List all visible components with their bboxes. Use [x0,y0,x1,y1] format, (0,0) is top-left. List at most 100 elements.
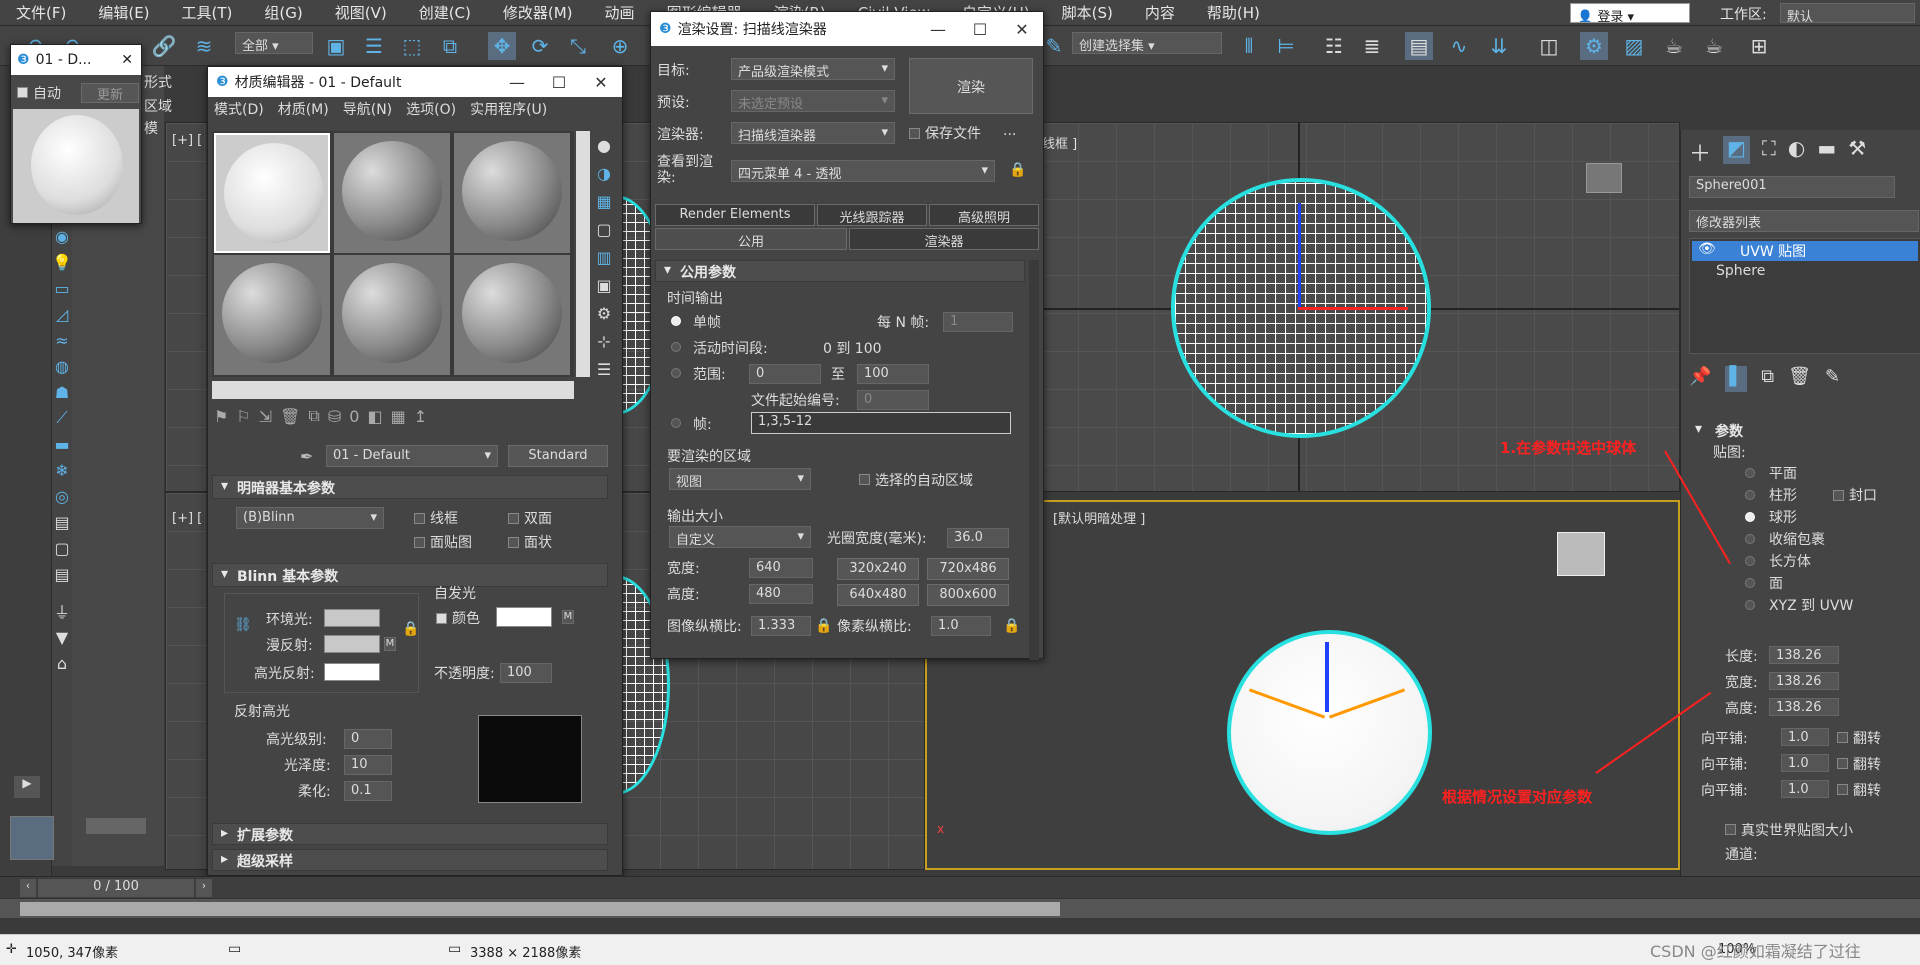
cap-checkbox[interactable] [1833,490,1844,501]
show-in-viewport-icon[interactable]: ◧ [367,407,382,426]
frames-radio[interactable] [671,418,681,428]
every-n-spinner[interactable]: 1 [943,312,1013,332]
put-to-library-icon[interactable]: ⛁ [328,407,341,426]
specular-swatch[interactable] [324,663,380,681]
u-tile-spinner[interactable]: 1.0 [1781,728,1829,746]
view-dropdown[interactable]: 四元菜单 4 - 透视 ▾ [731,160,995,182]
selection-filter-dropdown[interactable]: 全部 ▾ [235,32,313,54]
menu-tools[interactable]: 工具(T) [166,2,249,23]
material-name-dropdown[interactable]: 01 - Default ▾ [326,445,498,467]
active-segment-radio[interactable] [671,342,681,352]
link-icon[interactable]: 🔗 [150,32,178,60]
renderer-dropdown[interactable]: 扫描线渲染器 ▾ [731,122,895,144]
length-spinner[interactable]: 138.26 [1769,646,1839,664]
move-icon[interactable]: ✥ [488,32,516,60]
show-end-result-icon[interactable]: ▌ [1725,366,1748,392]
material-map-navigator-icon[interactable]: ☰ [594,359,614,379]
menu-edit[interactable]: 编辑(E) [82,2,165,23]
bind-spacewarp-icon[interactable]: ≋ [190,32,218,60]
uv-tiling-icon[interactable]: ▢ [594,219,614,239]
render-cloud-icon[interactable]: ⊞ [1745,32,1773,60]
two-sided-checkbox[interactable] [508,513,519,524]
tab-renderer[interactable]: 渲染器 [849,228,1039,250]
viewport-layout-button[interactable] [10,816,54,860]
ambient-swatch[interactable] [324,609,380,627]
target-dropdown[interactable]: 产品级渲染模式 ▾ [731,58,895,80]
tool-icon-12[interactable]: ▢ [52,538,72,558]
time-slider[interactable]: 0 / 100 [38,879,194,897]
menu-material[interactable]: 材质(M) [278,99,329,121]
tab-raytracer[interactable]: 光线跟踪器 [817,204,927,226]
lock-view-icon[interactable]: 🔒 [1009,162,1026,178]
select-by-name-icon[interactable]: ☰ [360,32,388,60]
track-bar-scroll[interactable] [20,902,1060,916]
align-icon[interactable]: ⊨ [1272,32,1300,60]
frames-input[interactable]: 1,3,5-12 [751,412,1011,434]
tab-advanced-lighting[interactable]: 高级照明 [929,204,1039,226]
video-color-icon[interactable]: ▥ [594,247,614,267]
real-world-checkbox[interactable] [1725,824,1736,835]
cylindrical-radio[interactable] [1745,490,1755,500]
menu-group[interactable]: 组(G) [248,2,318,23]
menu-modes[interactable]: 模式(D) [214,99,264,121]
save-file-checkbox[interactable] [909,128,920,139]
menu-create[interactable]: 创建(C) [403,2,487,23]
face-map-checkbox[interactable] [414,537,425,548]
render-setup-icon[interactable]: ⚙ [1580,32,1608,60]
rotate-icon[interactable]: ⟳ [526,32,554,60]
auto-region-checkbox[interactable] [859,474,870,485]
render-button[interactable]: 渲染 [909,58,1033,114]
tool-icon-6[interactable]: ◍ [52,356,72,376]
update-button[interactable]: 更新 [81,83,139,103]
w-tile-spinner[interactable]: 1.0 [1781,780,1829,798]
image-aspect-spinner[interactable]: 1.333 [751,616,811,636]
edit-named-sel-icon[interactable]: ✎ [1040,32,1068,60]
render-production-icon[interactable]: ☕ [1660,32,1688,60]
mirror-icon[interactable]: ⫴ [1235,32,1263,60]
shader-basic-section[interactable]: ▾ 明暗器基本参数 [212,475,608,499]
tool-icon-16[interactable]: ⌂ [52,653,72,673]
pixel-aspect-spinner[interactable]: 1.0 [931,616,991,636]
reset-map-icon[interactable]: 🗑 [280,407,300,426]
material-type-button[interactable]: Standard [508,445,608,467]
background-icon[interactable]: ▦ [594,191,614,211]
height-spinner[interactable]: 480 [749,584,813,604]
diffuse-map-button[interactable]: M [384,637,396,651]
layer-explorer-icon[interactable]: ≣ [1358,32,1386,60]
stack-item-uvw[interactable]: UVW 贴图 [1692,241,1918,261]
spec-level-spinner[interactable]: 0 [344,729,392,749]
menu-scripting[interactable]: 脚本(S) [1046,2,1129,23]
self-illum-map-button[interactable]: M [562,610,574,624]
lock-icon[interactable]: 🔒 [402,621,419,637]
curve-editor-icon[interactable]: ∿ [1445,32,1473,60]
snowflake-icon[interactable]: ❄ [52,460,72,480]
faceted-checkbox[interactable] [508,537,519,548]
params-section[interactable]: ▾ 参数 [1691,420,1917,442]
configure-sets-icon[interactable]: ✎ [1825,366,1840,392]
menu-modifiers[interactable]: 修改器(M) [487,2,589,23]
ribbon-icon[interactable]: ▤ [1405,32,1433,60]
shaded-sphere[interactable] [1227,630,1432,835]
w-flip-checkbox[interactable] [1837,784,1848,795]
assign-material-icon[interactable]: ⇲ [259,407,272,426]
eye-icon[interactable]: 👁 [1698,241,1716,257]
viewcube-top[interactable] [1586,163,1622,193]
prev-frame-button[interactable]: ‹ [20,879,36,897]
sample-slot-4[interactable] [214,255,330,375]
tab-common[interactable]: 公用 [655,228,847,250]
sample-slots-scrollbar[interactable] [576,131,590,377]
sample-slot-3[interactable] [454,133,570,253]
options-icon[interactable]: ⚙ [594,303,614,323]
show-end-result-icon[interactable]: ▦ [391,407,406,426]
aperture-spinner[interactable]: 36.0 [947,528,1009,548]
menu-options[interactable]: 选项(O) [406,99,456,121]
auto-checkbox[interactable] [17,87,28,98]
rendered-frame-icon[interactable]: ▨ [1620,32,1648,60]
login-dropdown[interactable]: 👤 登录 ▾ [1570,3,1690,23]
v-flip-checkbox[interactable] [1837,758,1848,769]
scene-explorer-icon[interactable]: ☷ [1320,32,1348,60]
menu-views[interactable]: 视图(V) [319,2,403,23]
blinn-basic-section[interactable]: ▾ Blinn 基本参数 [212,563,608,587]
tool-icon-8[interactable]: ⟋ [52,408,72,428]
select-object-icon[interactable]: ▣ [322,32,350,60]
